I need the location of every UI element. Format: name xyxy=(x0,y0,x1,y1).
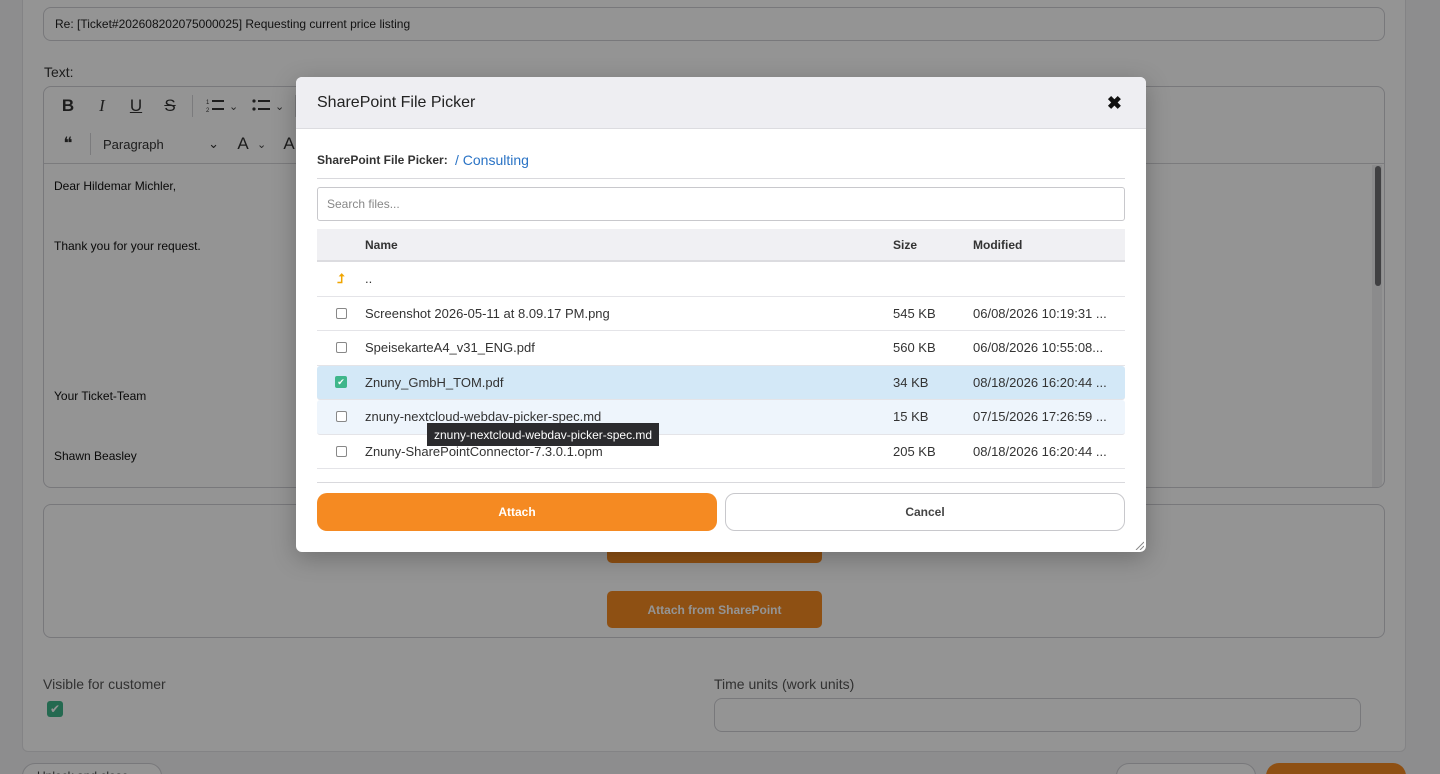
divider xyxy=(317,482,1125,483)
file-name: znuny-nextcloud-webdav-picker-spec.md xyxy=(365,409,602,425)
divider xyxy=(317,178,1125,179)
file-row-selected[interactable]: ✔ Znuny_GmbH_TOM.pdf 34 KB 08/18/2026 16… xyxy=(317,365,1125,400)
file-modified: 08/18/2026 16:20:44 ... xyxy=(973,374,1107,390)
file-name: Screenshot 2026-05-11 at 8.09.17 PM.png xyxy=(365,305,610,321)
file-size: 15 KB xyxy=(893,409,929,425)
parent-folder-row[interactable]: ⮥ .. xyxy=(317,262,1125,297)
cancel-button[interactable]: Cancel xyxy=(725,493,1125,531)
file-name: SpeisekarteA4_v31_ENG.pdf xyxy=(365,340,535,356)
file-size: 34 KB xyxy=(893,374,929,390)
column-header-size[interactable]: Size xyxy=(893,238,973,252)
breadcrumb-label: SharePoint File Picker: xyxy=(317,153,448,167)
file-checkbox[interactable] xyxy=(335,445,347,457)
dialog-header: SharePoint File Picker ✖ xyxy=(296,77,1146,129)
file-row[interactable]: Screenshot 2026-05-11 at 8.09.17 PM.png … xyxy=(317,297,1125,331)
attach-button[interactable]: Attach xyxy=(317,493,717,531)
column-header-name[interactable]: Name xyxy=(365,238,893,252)
file-checkbox[interactable] xyxy=(335,342,347,354)
file-name: Znuny_GmbH_TOM.pdf xyxy=(365,374,504,390)
column-header-modified[interactable]: Modified xyxy=(973,238,1125,252)
file-name: .. xyxy=(365,271,373,287)
breadcrumb-path-link[interactable]: / Consulting xyxy=(455,152,529,168)
resize-handle-icon[interactable] xyxy=(1134,540,1144,550)
file-size: 545 KB xyxy=(893,305,936,321)
file-modified: 06/08/2026 10:19:31 ... xyxy=(973,305,1107,321)
file-name: Znuny-SharePointConnector-7.3.0.1.opm xyxy=(365,443,603,459)
search-files-input[interactable] xyxy=(317,187,1125,221)
sharepoint-file-picker-dialog: SharePoint File Picker ✖ SharePoint File… xyxy=(296,77,1146,552)
file-checkbox[interactable] xyxy=(335,307,347,319)
file-row[interactable]: SpeisekarteA4_v31_ENG.pdf 560 KB 06/08/2… xyxy=(317,331,1125,366)
file-checkbox[interactable] xyxy=(335,411,347,423)
file-modified: 08/18/2026 16:20:44 ... xyxy=(973,443,1107,459)
file-modified: 06/08/2026 10:55:08... xyxy=(973,340,1104,356)
close-icon[interactable]: ✖ xyxy=(1107,93,1122,114)
file-checkbox-checked[interactable]: ✔ xyxy=(335,376,347,389)
dialog-title: SharePoint File Picker xyxy=(317,94,476,111)
table-header: Name Size Modified xyxy=(317,229,1125,262)
file-size: 560 KB xyxy=(893,340,936,356)
file-size: 205 KB xyxy=(893,443,936,459)
filename-tooltip: znuny-nextcloud-webdav-picker-spec.md xyxy=(427,423,660,446)
file-modified: 07/15/2026 17:26:59 ... xyxy=(973,409,1107,425)
folder-up-icon: ⮥ xyxy=(337,270,345,286)
